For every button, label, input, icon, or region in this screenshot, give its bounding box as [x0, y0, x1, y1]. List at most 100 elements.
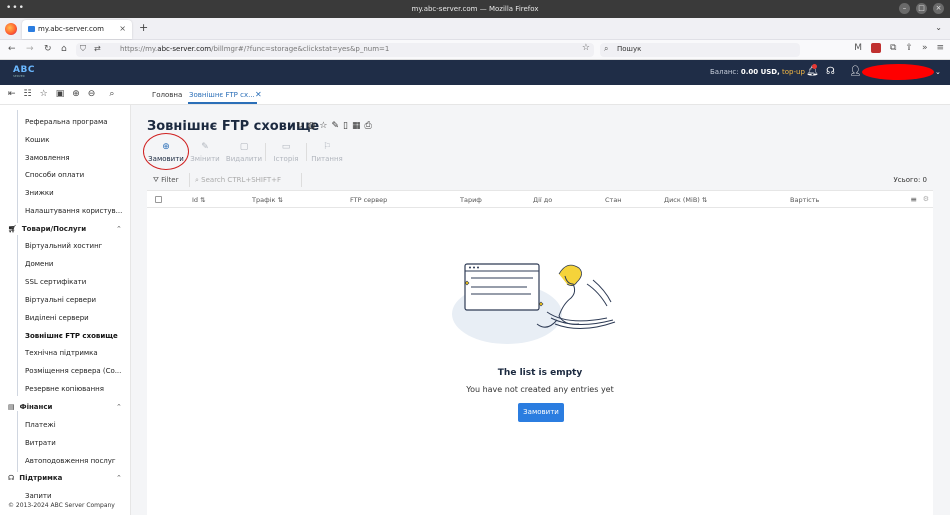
favorites-star-icon[interactable]: ☆	[40, 89, 48, 99]
close-icon[interactable]: ×	[933, 3, 944, 14]
share-icon[interactable]: ⇪	[905, 43, 913, 53]
history-button[interactable]: ▭ Історія	[266, 142, 306, 163]
extensions-icon[interactable]: ⧉	[890, 43, 896, 53]
column-valid-until[interactable]: Дії до	[533, 196, 552, 204]
sidebar-item-backup[interactable]: Резервне копіювання	[25, 385, 104, 393]
column-status[interactable]: Стан	[605, 196, 622, 204]
print-icon[interactable]: ⎙	[365, 121, 372, 131]
user-menu-chevron-icon[interactable]: ⌄	[935, 68, 941, 76]
filter-button[interactable]: ⛛ Filter	[153, 176, 178, 185]
sidebar-item-auto-renewal[interactable]: Автоподовження послуг	[25, 457, 116, 465]
search-separator	[301, 173, 302, 187]
home-icon[interactable]: ⌂	[61, 44, 67, 54]
sidebar-item-referral[interactable]: Реферальна програма	[25, 118, 108, 126]
empty-state-subtitle: You have not created any entries yet	[466, 385, 614, 394]
sidebar-item-ssl[interactable]: SSL сертифікати	[25, 278, 86, 286]
reload-icon[interactable]: ↻	[44, 44, 52, 54]
browser-nav-bar: ← → ↻ ⌂ ⛉ ⇄ https://my.abc-server.com/bi…	[0, 40, 950, 60]
url-bar[interactable]: ⛉ ⇄ https://my.abc-server.com/billmgr#/?…	[76, 43, 594, 57]
order-button[interactable]: ⊕ Замовити	[146, 142, 186, 163]
sidebar-tree-line	[17, 110, 18, 223]
search-icon: ⌕	[604, 44, 609, 53]
empty-state-title: The list is empty	[497, 368, 583, 378]
table-search-input[interactable]: ⌕ Search CTRL+SHIFT+F	[195, 176, 281, 185]
document-icon[interactable]: ▯	[343, 121, 348, 131]
edit-button[interactable]: ✎ Змінити	[185, 142, 225, 163]
collapse-menu-icon[interactable]: ⇤	[8, 89, 16, 99]
sidebar-section-finance[interactable]: ▤ Фінанси	[8, 403, 52, 411]
sidebar-item-domains[interactable]: Домени	[25, 260, 53, 268]
column-ftp-server[interactable]: FTP сервер	[350, 196, 387, 204]
app-menu-icon[interactable]: ≡	[936, 43, 944, 53]
products-collapse-icon[interactable]: ⌃	[116, 225, 122, 233]
sidebar-item-user-settings[interactable]: Налаштування користув...	[25, 207, 122, 215]
favorite-star-icon[interactable]: ☆	[319, 121, 327, 131]
bookmark-star-icon[interactable]: ☆	[582, 43, 590, 53]
minus-circle-icon[interactable]: ⊖	[88, 89, 96, 99]
history-icon: ▭	[281, 142, 291, 152]
sidebar-item-orders[interactable]: Замовлення	[25, 154, 70, 162]
search-menu-icon[interactable]: ⌕	[109, 89, 114, 99]
columns-menu-icon[interactable]: ≡	[910, 195, 917, 204]
select-all-checkbox[interactable]	[155, 196, 162, 203]
add-circle-icon[interactable]: ⊕	[72, 89, 80, 99]
questions-button[interactable]: ⚐ Питання	[307, 142, 347, 163]
app-toolbar: ⇤ ☷ ☆ ▣ ⊕ ⊖ ⌕ Головна Зовнішнє FTP сх...…	[0, 85, 950, 105]
user-icon[interactable]: 👤︎	[849, 66, 862, 77]
briefcase-icon[interactable]: ▣	[56, 89, 65, 99]
sidebar-section-products[interactable]: 🛒︎ Товари/Послуги	[8, 225, 86, 233]
tab-close-icon[interactable]: ×	[119, 24, 126, 33]
sidebar-item-tickets[interactable]: Запити	[25, 492, 52, 500]
forward-icon[interactable]: →	[26, 44, 34, 54]
minimize-icon[interactable]: –	[899, 3, 910, 14]
overflow-icon[interactable]: »	[922, 43, 928, 53]
sidebar-item-colocation[interactable]: Розміщення сервера (Co...	[25, 367, 121, 375]
breadcrumb-home[interactable]: Головна	[152, 91, 182, 99]
search-bar[interactable]: ⌕ Пошук	[600, 43, 800, 57]
sidebar-item-tech-support[interactable]: Технічна підтримка	[25, 349, 98, 357]
topup-link[interactable]: top-up	[782, 68, 805, 76]
refresh-icon[interactable]: ↻	[296, 121, 304, 131]
sidebar-item-payments[interactable]: Платежі	[25, 421, 56, 429]
shield-icon[interactable]: ⛉	[80, 44, 86, 54]
globe-icon[interactable]: ◍	[308, 121, 316, 131]
back-icon[interactable]: ←	[8, 44, 16, 54]
user-name-redacted[interactable]	[862, 64, 934, 80]
cart-icon: 🛒︎	[8, 225, 17, 233]
sidebar-item-dedicated[interactable]: Виділені сервери	[25, 314, 89, 322]
sidebar-item-virtual-hosting[interactable]: Віртуальний хостинг	[25, 242, 102, 250]
sidebar-section-support[interactable]: ☊ Підтримка	[8, 474, 62, 482]
new-tab-icon[interactable]: +	[139, 21, 148, 34]
column-id[interactable]: Id ⇅	[192, 196, 206, 204]
brand-logo[interactable]: ABC SERVER	[13, 65, 41, 79]
sidebar-item-expenses[interactable]: Витрати	[25, 439, 56, 447]
breadcrumb-close-icon[interactable]: ✕	[255, 90, 262, 99]
settings-gear-icon[interactable]: ⚙	[923, 195, 929, 203]
column-traffic[interactable]: Трафік ⇅	[252, 196, 283, 204]
column-cost[interactable]: Вартість	[790, 196, 819, 204]
sidebar-item-ftp-storage[interactable]: Зовнішнє FTP сховище	[25, 332, 118, 340]
finance-collapse-icon[interactable]: ⌃	[116, 403, 122, 411]
site-favicon-icon	[28, 26, 35, 32]
menu-tree-icon[interactable]: ☷	[24, 89, 32, 99]
breadcrumb-current[interactable]: Зовнішнє FTP сх...	[189, 91, 255, 99]
export-icon[interactable]: ▦	[352, 121, 361, 131]
sidebar-item-discounts[interactable]: Знижки	[25, 189, 54, 197]
maximize-icon[interactable]: □	[916, 3, 927, 14]
sidebar-item-vps[interactable]: Віртуальні сервери	[25, 296, 96, 304]
delete-button[interactable]: ▢ Видалити	[224, 142, 264, 163]
extension-badge-icon[interactable]	[870, 43, 881, 53]
support-headset-icon[interactable]: ☊	[826, 66, 835, 77]
lock-icon[interactable]: ⇄	[94, 44, 101, 53]
column-tariff[interactable]: Тариф	[460, 196, 482, 204]
sidebar-item-cart[interactable]: Кошик	[25, 136, 49, 144]
browser-tab[interactable]: my.abc-server.com ×	[22, 20, 132, 39]
tab-list-icon[interactable]: ⌄	[935, 23, 942, 32]
column-disk[interactable]: Диск (MiB) ⇅	[664, 196, 707, 204]
support-collapse-icon[interactable]: ⌃	[116, 474, 122, 482]
empty-order-button[interactable]: Замовити	[518, 403, 564, 422]
sidebar-item-payment-methods[interactable]: Способи оплати	[25, 171, 84, 179]
gmail-icon[interactable]: M	[854, 43, 862, 53]
sidebar	[0, 105, 131, 515]
pin-icon[interactable]: ✎	[331, 121, 339, 131]
